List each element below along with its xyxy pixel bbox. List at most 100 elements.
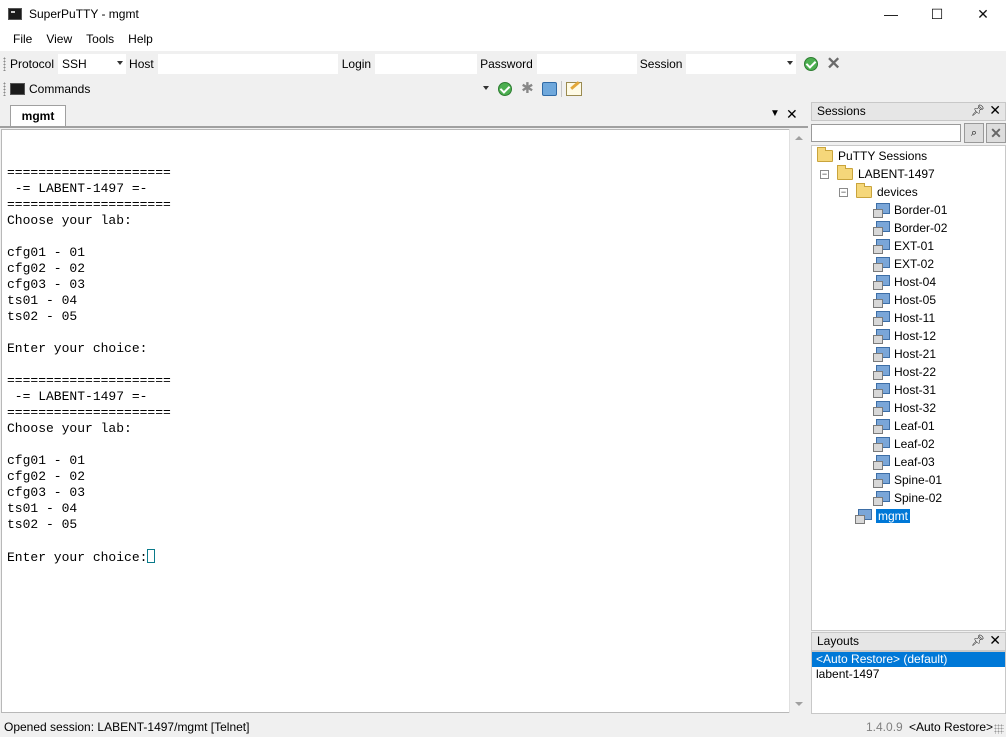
tab-strip: mgmt ▼ ✕ [0,102,808,128]
collapse-icon[interactable]: − [839,187,848,197]
tree-device-item[interactable]: Host-31 [873,381,936,399]
tree-device-label: EXT-02 [894,257,935,271]
tree-device-label: Host-12 [894,329,937,343]
tree-device-item[interactable]: Border-01 [873,201,947,219]
terminal-line: Enter your choice: [7,341,148,356]
tree-device-label: Host-31 [894,383,937,397]
tree-device-item[interactable]: Host-04 [873,273,936,291]
commands-input[interactable] [94,79,492,99]
sessions-panel-title: Sessions [817,104,866,118]
maximize-button[interactable]: ☐ [914,0,960,28]
terminal-line: cfg03 - 03 [7,277,86,292]
session-filter-row: ⌕ ✕ [811,122,1006,144]
toolbar-separator [561,81,563,97]
tree-device-item[interactable]: Border-02 [873,219,947,237]
chevron-down-icon [787,61,794,65]
tree-device-item[interactable]: Leaf-01 [873,417,935,435]
terminal-line: ts01 - 04 [7,293,78,308]
layouts-panel-header: Layouts 📌︎ ✕ [811,632,1006,651]
tree-device-item[interactable]: Spine-01 [873,471,942,489]
toolbar-grip-icon[interactable] [3,57,6,71]
tree-session-mgmt[interactable]: mgmt [855,507,910,525]
tree-device-item[interactable]: Leaf-03 [873,453,935,471]
chevron-down-icon [483,86,490,90]
tree-device-item[interactable]: EXT-01 [873,237,934,255]
terminal-line: -= LABENT-1497 =- [7,181,148,196]
tree-subfolder-label: devices [877,185,918,199]
toolbar-grip-icon[interactable] [3,82,6,96]
window-title: SuperPuTTY - mgmt [29,7,139,21]
terminal-line: ts02 - 05 [7,517,78,532]
window-controls: — ☐ ✕ [868,0,1006,28]
tree-group[interactable]: − LABENT-1497 [820,165,935,183]
tree-device-item[interactable]: Host-11 [873,309,935,327]
tree-device-item[interactable]: Host-12 [873,327,936,345]
session-label: Session [639,57,683,71]
terminal-line: cfg03 - 03 [7,485,86,500]
status-layout[interactable]: <Auto Restore> [909,717,993,737]
scroll-down-icon[interactable] [795,702,803,706]
tree-device-item[interactable]: Host-32 [873,399,936,417]
session-filter-input[interactable] [811,124,961,142]
computer-icon [873,221,890,236]
close-tab-icon[interactable]: ✕ [786,106,798,123]
computer-icon [873,383,890,398]
layout-item-labent[interactable]: labent-1497 [812,667,1005,682]
tree-device-label: Host-32 [894,401,937,415]
pin-icon[interactable]: 📌︎ [971,103,985,120]
tree-device-item[interactable]: Host-22 [873,363,936,381]
close-icon[interactable]: ✕ [989,102,1001,119]
tree-device-item[interactable]: Leaf-02 [873,435,935,453]
layouts-list: <Auto Restore> (default) labent-1497 [811,651,1006,714]
terminal-window[interactable]: ===================== -= LABENT-1497 =- =… [1,129,790,713]
clear-x-icon[interactable]: ✕ [826,55,840,72]
terminal-output: ===================== -= LABENT-1497 =- =… [7,165,171,565]
menu-help[interactable]: Help [121,28,160,51]
password-input[interactable] [536,54,637,74]
pin-icon[interactable]: 📌︎ [971,633,985,650]
terminal-scrollbar[interactable] [789,129,806,713]
binoculars-icon[interactable]: ⌕ [964,123,984,143]
sessions-tree: PuTTY Sessions − LABENT-1497 − devices B… [811,145,1006,631]
tree-device-item[interactable]: Host-21 [873,345,936,363]
send-command-ok-icon[interactable] [498,82,513,96]
close-icon[interactable]: ✕ [989,632,1001,649]
scroll-up-icon[interactable] [795,136,803,140]
host-input[interactable] [157,54,338,74]
tree-device-label: EXT-01 [894,239,935,253]
edit-pencil-icon[interactable] [566,82,583,96]
menu-bar: File View Tools Help [0,28,1006,51]
close-window-button[interactable]: ✕ [960,0,1006,28]
menu-tools[interactable]: Tools [79,28,121,51]
commands-toolbar: Commands ✱ [0,77,1006,101]
tree-device-label: Leaf-02 [894,437,935,451]
tree-root[interactable]: PuTTY Sessions [817,147,927,165]
tree-device-item[interactable]: EXT-02 [873,255,934,273]
tree-subfolder[interactable]: − devices [839,183,918,201]
tree-device-item[interactable]: Host-05 [873,291,936,309]
menu-file[interactable]: File [6,28,39,51]
connect-ok-icon[interactable] [804,57,819,71]
menu-view[interactable]: View [39,28,79,51]
resize-grip-icon[interactable] [994,724,1004,734]
asterisk-icon[interactable]: ✱ [520,81,534,96]
minimize-button[interactable]: — [868,0,914,28]
collapse-icon[interactable]: − [820,169,829,179]
folder-icon [817,147,833,162]
tab-list-chevron-icon[interactable]: ▼ [770,108,780,119]
session-select[interactable] [686,54,797,74]
computer-icon [873,311,890,326]
computer-icon [873,365,890,380]
password-label: Password [480,57,533,71]
layout-item-auto-restore[interactable]: <Auto Restore> (default) [812,652,1005,667]
tree-device-item[interactable]: Spine-02 [873,489,942,507]
refresh-icon[interactable] [542,82,558,96]
tree-device-label: Spine-02 [894,491,943,505]
computer-icon [873,491,890,506]
protocol-select[interactable]: SSH [58,54,127,74]
clear-filter-icon[interactable]: ✕ [986,123,1006,143]
terminal-line: ts02 - 05 [7,309,78,324]
login-input[interactable] [375,54,478,74]
terminal-line: Choose your lab: [7,213,132,228]
tab-mgmt[interactable]: mgmt [1,105,66,128]
